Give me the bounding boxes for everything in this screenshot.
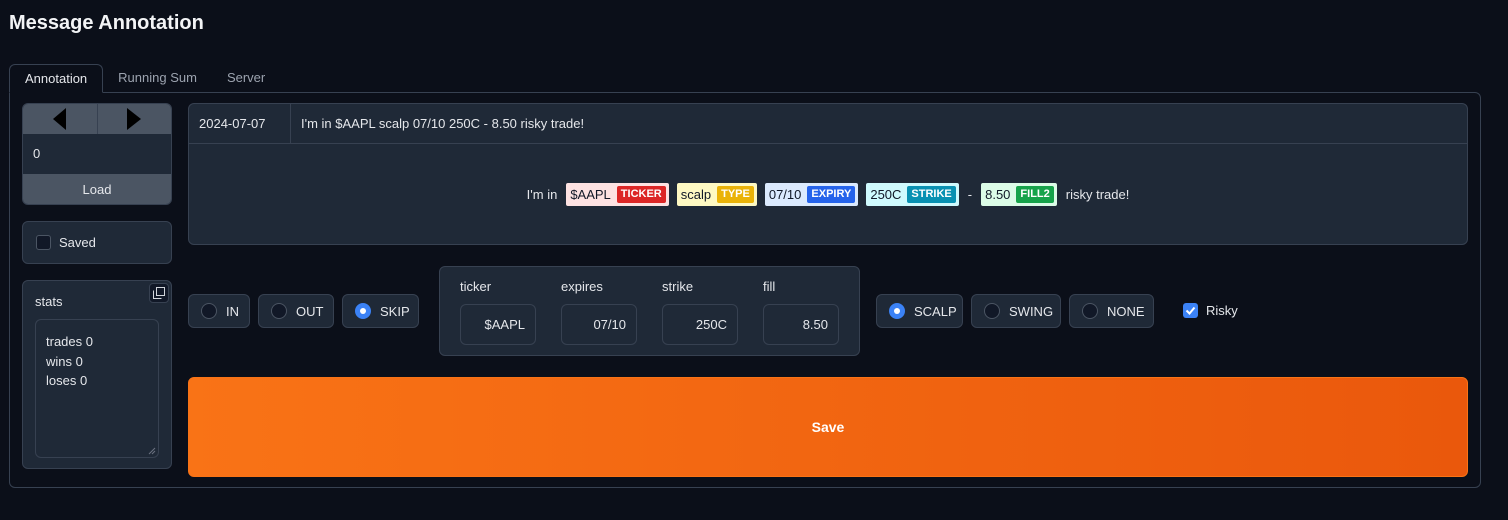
radio-label: IN	[226, 303, 239, 319]
plain-token: I'm in	[526, 186, 558, 202]
radio-selected-icon	[355, 303, 371, 319]
triangle-right-icon	[127, 108, 142, 130]
entity-text: $AAPL	[570, 186, 611, 202]
load-button[interactable]: Load	[23, 174, 171, 204]
message-text: I'm in $AAPL scalp 07/10 250C - 8.50 ris…	[301, 116, 585, 131]
page-title: Message Annotation	[9, 12, 204, 34]
strike-input[interactable]: 250C	[662, 304, 738, 345]
copy-icon	[153, 287, 165, 299]
message-navigator: 0 Load	[22, 103, 172, 205]
prev-button[interactable]	[23, 104, 98, 134]
radio-out[interactable]: OUT	[258, 294, 334, 328]
stats-panel: stats trades 0 wins 0 loses 0	[22, 280, 172, 469]
entity-tag: TICKER	[616, 185, 666, 203]
checkbox-checked-icon[interactable]	[1183, 303, 1198, 318]
message-row: 2024-07-07 I'm in $AAPL scalp 07/10 250C…	[189, 104, 1467, 144]
fill-input[interactable]: 8.50	[763, 304, 839, 345]
radio-skip[interactable]: SKIP	[342, 294, 419, 328]
fill-label: fill	[763, 279, 776, 294]
radio-scalp[interactable]: SCALP	[876, 294, 963, 328]
copy-button[interactable]	[149, 283, 169, 303]
plain-token: risky trade!	[1065, 186, 1130, 202]
entity-text: scalp	[680, 186, 712, 202]
trade-fields: ticker $AAPL expires 07/10 strike 250C f…	[439, 266, 860, 356]
tab-running-sum[interactable]: Running Sum	[103, 64, 212, 93]
tab-server[interactable]: Server	[212, 64, 280, 93]
entity-text: 250C	[870, 186, 902, 202]
radio-label: SCALP	[914, 303, 957, 319]
tab-bar: Annotation Running Sum Server	[9, 64, 280, 93]
stats-line-trades: trades 0	[46, 334, 93, 349]
entity-text: 07/10	[768, 186, 802, 202]
risky-checkbox[interactable]: Risky	[1183, 303, 1238, 318]
entity-tag: TYPE	[717, 185, 754, 203]
radio-label: SKIP	[380, 303, 410, 319]
save-button[interactable]: Save	[188, 377, 1468, 477]
expires-label: expires	[561, 279, 603, 294]
entity-tag: STRIKE	[907, 185, 956, 203]
entity-expiry: 07/10 EXPIRY	[764, 182, 859, 206]
radio-unselected-icon	[271, 303, 287, 319]
strike-label: strike	[662, 279, 694, 294]
saved-checkbox[interactable]: Saved	[22, 221, 172, 264]
radio-label: OUT	[296, 303, 324, 319]
stats-label: stats	[35, 294, 63, 309]
radio-label: NONE	[1107, 303, 1145, 319]
radio-in[interactable]: IN	[188, 294, 250, 328]
message-panel: 2024-07-07 I'm in $AAPL scalp 07/10 250C…	[188, 103, 1468, 245]
triangle-left-icon	[52, 108, 66, 130]
resize-handle-icon[interactable]	[148, 447, 156, 455]
entity-tag: FILL2	[1016, 185, 1054, 203]
stats-line-wins: wins 0	[46, 353, 83, 369]
ticker-label: ticker	[460, 279, 492, 294]
highlighted-message: I'm in $AAPL TICKER scalp TYPE 07/10 EXP…	[189, 144, 1467, 244]
index-input[interactable]: 0	[23, 134, 171, 174]
radio-swing[interactable]: SWING	[971, 294, 1061, 328]
plain-token: -	[967, 186, 973, 202]
stats-line-loses: loses 0	[46, 373, 88, 388]
entity-type: scalp TYPE	[676, 182, 757, 206]
entity-tag: EXPIRY	[807, 185, 856, 203]
entity-text: 8.50	[985, 186, 1011, 202]
checkbox-unchecked-icon[interactable]	[36, 235, 51, 250]
tab-annotation[interactable]: Annotation	[9, 64, 104, 93]
entity-ticker: $AAPL TICKER	[566, 182, 669, 206]
radio-unselected-icon	[984, 303, 1000, 319]
checkmark-icon	[1185, 306, 1196, 315]
radio-unselected-icon	[1082, 303, 1098, 319]
stats-textarea[interactable]: trades 0 wins 0 loses 0	[35, 319, 159, 458]
risky-label: Risky	[1206, 303, 1238, 318]
next-button[interactable]	[98, 104, 172, 134]
radio-none[interactable]: NONE	[1069, 294, 1154, 328]
entity-fill: 8.50 FILL2	[981, 182, 1057, 206]
radio-selected-icon	[889, 303, 905, 319]
ticker-input[interactable]: $AAPL	[460, 304, 536, 345]
message-date: 2024-07-07	[189, 104, 291, 143]
radio-unselected-icon	[201, 303, 217, 319]
entity-strike: 250C STRIKE	[866, 182, 959, 206]
nav-arrows	[23, 104, 171, 134]
radio-label: SWING	[1009, 303, 1054, 319]
expires-input[interactable]: 07/10	[561, 304, 637, 345]
saved-label: Saved	[59, 235, 96, 250]
